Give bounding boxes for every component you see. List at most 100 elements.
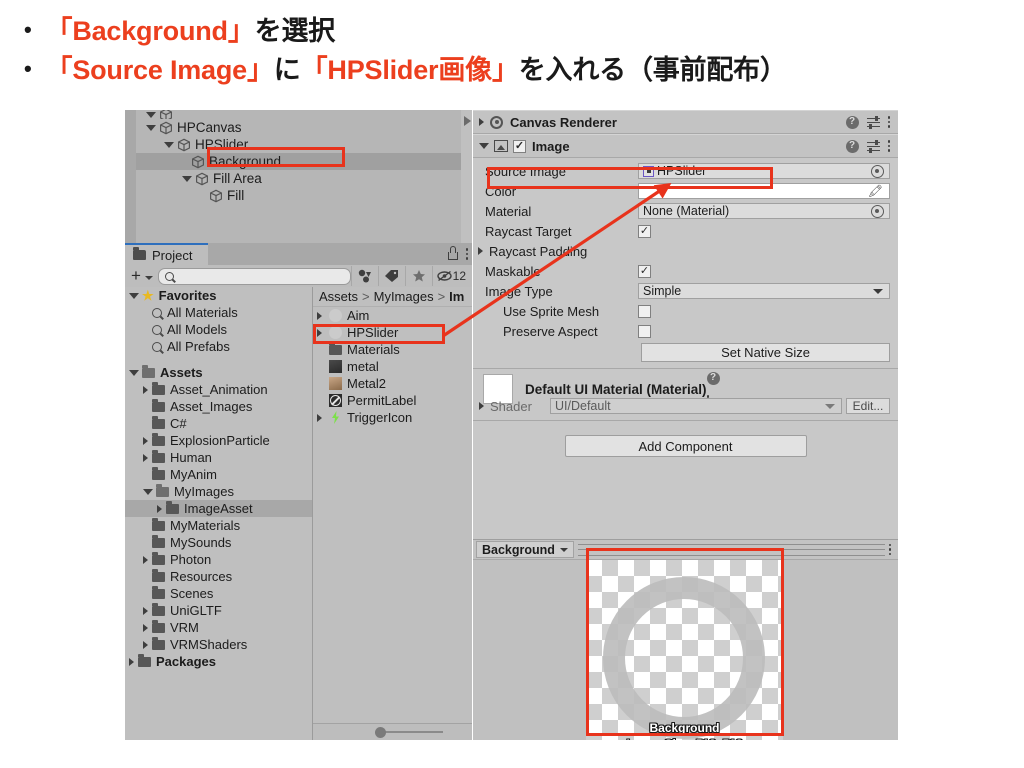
property-row-color[interactable]: Color 🖍 <box>473 181 898 201</box>
add-component-button[interactable]: Add Component <box>564 435 807 457</box>
chevron-down-icon[interactable] <box>146 111 156 118</box>
chevron-right-icon[interactable] <box>478 247 483 255</box>
project-tree-item[interactable]: VRMShaders <box>125 636 312 653</box>
chevron-right-icon[interactable] <box>464 116 471 126</box>
chevron-down-icon[interactable] <box>143 488 153 495</box>
chevron-right-icon[interactable] <box>129 657 134 666</box>
property-row-raycast-target[interactable]: Raycast Target ✓ <box>473 221 898 241</box>
project-tree-item[interactable]: MySounds <box>125 534 312 551</box>
project-tree-item[interactable]: All Prefabs <box>125 338 312 355</box>
chevron-down-icon[interactable] <box>129 369 139 376</box>
tab-project[interactable]: Project <box>125 243 209 265</box>
favorite-star-icon[interactable] <box>404 266 432 286</box>
filter-by-type-icon[interactable] <box>350 266 378 286</box>
file-list-item[interactable]: metal <box>313 358 472 375</box>
chevron-right-icon[interactable] <box>143 436 148 445</box>
help-icon[interactable]: ? <box>706 371 720 385</box>
chevron-right-icon[interactable] <box>143 640 148 649</box>
shader-dropdown[interactable]: UI/Default <box>550 398 842 414</box>
project-tree-item[interactable]: C# <box>125 415 312 432</box>
object-picker-icon[interactable] <box>871 164 884 178</box>
preset-icon[interactable] <box>866 115 880 129</box>
project-tree-item[interactable]: All Materials <box>125 304 312 321</box>
preview-object-selector[interactable]: Background <box>476 541 574 558</box>
property-row-raycast-padding[interactable]: Raycast Padding <box>473 241 898 261</box>
property-row-use-sprite-mesh[interactable]: Use Sprite Mesh <box>473 301 898 321</box>
property-row-preserve-aspect[interactable]: Preserve Aspect <box>473 321 898 341</box>
chevron-right-icon[interactable] <box>479 118 484 126</box>
breadcrumb-segment[interactable]: MyImages <box>374 289 434 304</box>
eyedropper-icon[interactable]: 🖍 <box>868 184 883 198</box>
project-tree-item[interactable]: Resources <box>125 568 312 585</box>
chevron-down-icon[interactable] <box>129 292 139 299</box>
lock-icon[interactable] <box>447 245 458 260</box>
chevron-down-icon[interactable] <box>144 275 153 280</box>
property-row-maskable[interactable]: Maskable ✓ <box>473 261 898 281</box>
property-row-source-image[interactable]: Source Image HPSlider <box>473 161 898 181</box>
chevron-down-icon[interactable] <box>164 141 174 148</box>
hierarchy-scrollbar[interactable] <box>461 110 472 243</box>
help-icon[interactable]: ? <box>845 139 859 153</box>
project-tree-item[interactable]: Human <box>125 449 312 466</box>
dropdown-field[interactable]: Simple <box>638 283 890 299</box>
more-menu-icon[interactable] <box>887 140 890 152</box>
hierarchy-item-selected[interactable]: Background <box>136 153 461 170</box>
project-tree-item[interactable]: MyMaterials <box>125 517 312 534</box>
zoom-slider-knob[interactable] <box>375 727 386 738</box>
preview-canvas[interactable]: Background Image Size: 512x512 <box>473 560 898 740</box>
component-header-image[interactable]: ✓ Image ? <box>473 134 898 158</box>
project-tree-item[interactable]: MyAnim <box>125 466 312 483</box>
object-field[interactable]: None (Material) <box>638 203 890 219</box>
project-tree[interactable]: ★ Favorites All Materials All Models All Pre… <box>125 287 312 740</box>
search-input[interactable] <box>157 267 351 285</box>
hierarchy-item[interactable]: HPSlider <box>136 136 461 153</box>
project-tree-item[interactable]: Scenes <box>125 585 312 602</box>
breadcrumb-segment[interactable]: Assets <box>319 289 358 304</box>
project-tree-item[interactable]: All Models <box>125 321 312 338</box>
file-list-item[interactable]: Materials <box>313 341 472 358</box>
more-menu-icon[interactable] <box>888 543 891 556</box>
chevron-right-icon[interactable] <box>479 402 484 410</box>
checkbox[interactable]: ✓ <box>638 264 651 278</box>
help-icon[interactable]: ? <box>845 115 859 129</box>
file-list-item[interactable]: Aim <box>313 307 472 324</box>
project-tree-item[interactable]: Assets <box>125 364 312 381</box>
project-tree-item[interactable]: Asset_Images <box>125 398 312 415</box>
checkbox[interactable] <box>638 324 651 338</box>
chevron-right-icon[interactable] <box>317 328 322 337</box>
chevron-right-icon[interactable] <box>317 413 322 422</box>
breadcrumb[interactable]: Assets > MyImages > Im <box>313 287 472 307</box>
project-tree-item[interactable]: ExplosionParticle <box>125 432 312 449</box>
object-picker-icon[interactable] <box>871 204 884 218</box>
project-tree-item[interactable]: Photon <box>125 551 312 568</box>
chevron-right-icon[interactable] <box>143 555 148 564</box>
checkbox[interactable]: ✓ <box>638 224 651 238</box>
hierarchy-item[interactable]: HPCanvas <box>136 119 461 136</box>
project-file-list[interactable]: Assets > MyImages > Im Aim HPSlider Materials m… <box>313 287 472 740</box>
breadcrumb-segment[interactable]: Im <box>449 289 464 304</box>
project-tree-item[interactable]: Asset_Animation <box>125 381 312 398</box>
hierarchy-item[interactable]: Fill <box>136 187 461 204</box>
component-header-canvas-renderer[interactable]: Canvas Renderer ? <box>473 110 898 134</box>
chevron-down-icon[interactable] <box>479 143 489 149</box>
hierarchy-item[interactable] <box>136 110 461 119</box>
object-field[interactable]: HPSlider <box>638 163 890 179</box>
more-menu-icon[interactable] <box>465 248 468 260</box>
file-list-item[interactable]: Metal2 <box>313 375 472 392</box>
file-list-item[interactable]: TriggerIcon <box>313 409 472 426</box>
set-native-size-button[interactable]: Set Native Size <box>641 343 890 362</box>
chevron-down-icon[interactable] <box>146 124 156 131</box>
hierarchy-panel[interactable]: HPCanvas HPSlider Background Fill Area Fill <box>125 110 472 243</box>
chevron-right-icon[interactable] <box>143 385 148 394</box>
file-list-item[interactable]: PermitLabel <box>313 392 472 409</box>
preview-drag-handle[interactable] <box>577 543 885 556</box>
project-tree-item[interactable]: ★ Favorites <box>125 287 312 304</box>
add-asset-button[interactable]: + <box>127 267 143 286</box>
shader-edit-button[interactable]: Edit... <box>846 398 890 414</box>
hierarchy-item[interactable]: Fill Area <box>136 170 461 187</box>
property-row-material[interactable]: Material None (Material) <box>473 201 898 221</box>
property-row-image-type[interactable]: Image Type Simple <box>473 281 898 301</box>
more-menu-icon[interactable] <box>887 116 890 128</box>
project-tree-item[interactable]: MyImages <box>125 483 312 500</box>
color-field[interactable]: 🖍 <box>638 183 890 199</box>
